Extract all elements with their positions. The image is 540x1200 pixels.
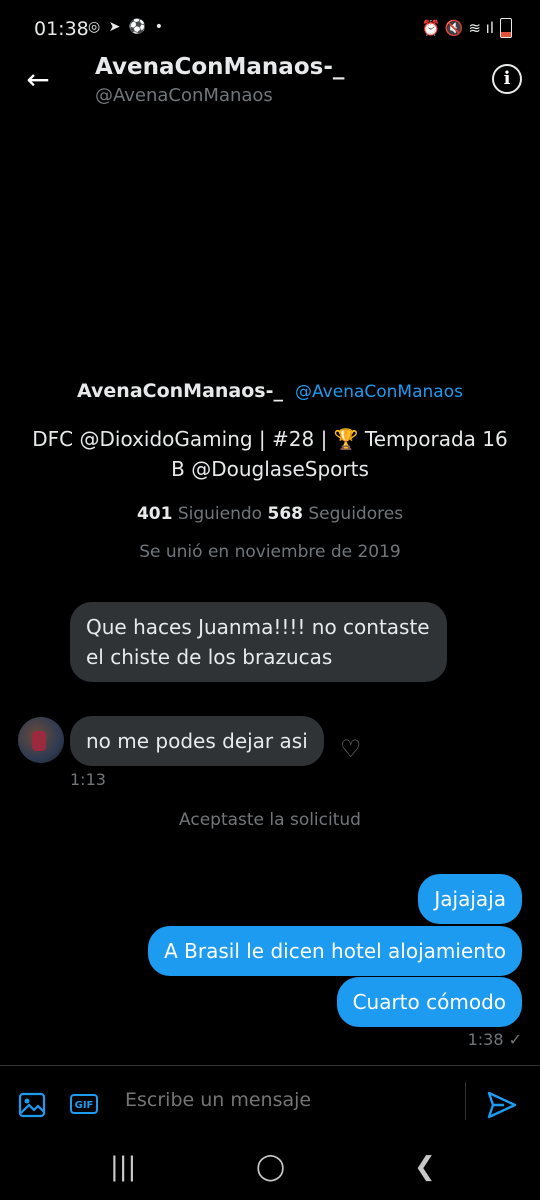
message-bubble-out[interactable]: Jajajaja [418, 874, 522, 924]
recents-icon[interactable]: ||| [110, 1152, 136, 1182]
message-bubble-out[interactable]: Cuarto cómodo [336, 977, 522, 1027]
system-message: Aceptaste la solicitud [179, 810, 361, 830]
status-bar: 01:38 ◎ ➤ ⚽ • ⏰ 🔇 ≋ ıl [0, 0, 540, 56]
image-icon[interactable] [18, 1092, 46, 1118]
back-nav-icon[interactable]: ❮ [414, 1152, 436, 1182]
following-label: Siguiendo [177, 504, 263, 524]
back-arrow-icon[interactable]: ← [20, 62, 56, 98]
status-time: 01:38 [34, 18, 89, 40]
profile-title-line: AvenaConManaos-_ @AvenaConManaos [0, 380, 540, 402]
profile-summary: AvenaConManaos-_ @AvenaConManaos DFC @Di… [0, 380, 540, 562]
notification-icons: ◎ ➤ ⚽ • [88, 19, 165, 35]
conversation-header: ← AvenaConManaos-_ @AvenaConManaos i [0, 50, 540, 112]
followers-count: 568 [267, 504, 303, 524]
profile-stats: 401 Siguiendo 568 Seguidores [0, 504, 540, 524]
profile-handle[interactable]: @AvenaConManaos [295, 382, 463, 402]
message-bubble-out[interactable]: A Brasil le dicen hotel alojamiento [148, 926, 522, 976]
battery-icon [500, 18, 512, 38]
message-input[interactable] [123, 1088, 447, 1112]
message-bubble-in[interactable]: no me podes dejar asi [70, 716, 324, 766]
gif-icon[interactable]: GIF [70, 1094, 98, 1114]
info-icon[interactable]: i [492, 64, 522, 94]
avatar[interactable] [18, 717, 64, 763]
profile-joined-date: Se unió en noviembre de 2019 [139, 542, 401, 562]
signal-icons: ⏰ 🔇 ≋ ıl [421, 19, 494, 37]
followers-label: Seguidores [308, 504, 404, 524]
heart-plus-icon[interactable]: ♡ [340, 735, 368, 763]
composer-divider [465, 1082, 466, 1120]
message-bubble-in[interactable]: Que haces Juanma!!!! no contaste el chis… [70, 602, 447, 682]
profile-bio: DFC @DioxidoGaming | #28 | 🏆 Temporada 1… [32, 427, 508, 481]
message-timestamp: 1:38 ✓ [467, 1030, 522, 1049]
system-icons: ⏰ 🔇 ≋ ıl [421, 18, 512, 38]
system-nav-bar: ||| ◯ ❮ [0, 1140, 540, 1200]
home-icon[interactable]: ◯ [256, 1152, 285, 1182]
header-display-name[interactable]: AvenaConManaos-_ [95, 54, 344, 80]
message-composer: GIF [0, 1065, 540, 1141]
following-count: 401 [136, 504, 173, 524]
message-timestamp: 1:13 [70, 770, 106, 789]
header-handle[interactable]: @AvenaConManaos [95, 85, 273, 106]
send-icon[interactable] [486, 1090, 518, 1120]
profile-display-name[interactable]: AvenaConManaos-_ [77, 380, 283, 402]
